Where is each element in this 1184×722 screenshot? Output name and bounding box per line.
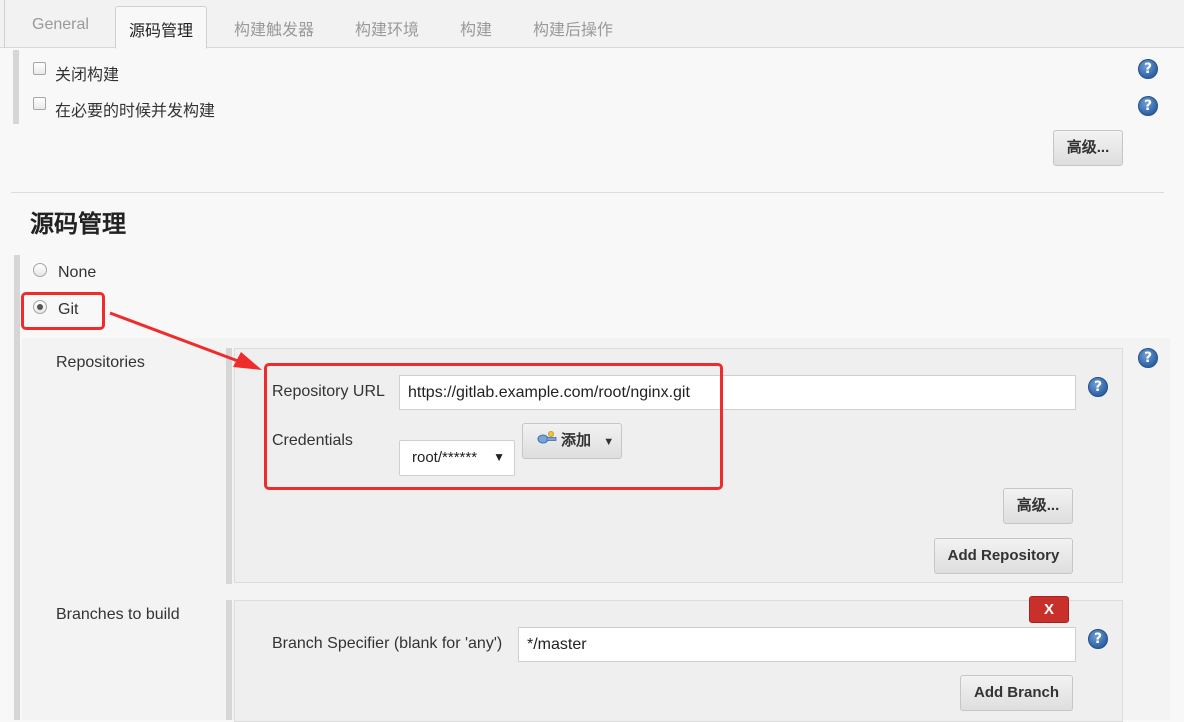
annotation-arrow <box>109 311 262 370</box>
